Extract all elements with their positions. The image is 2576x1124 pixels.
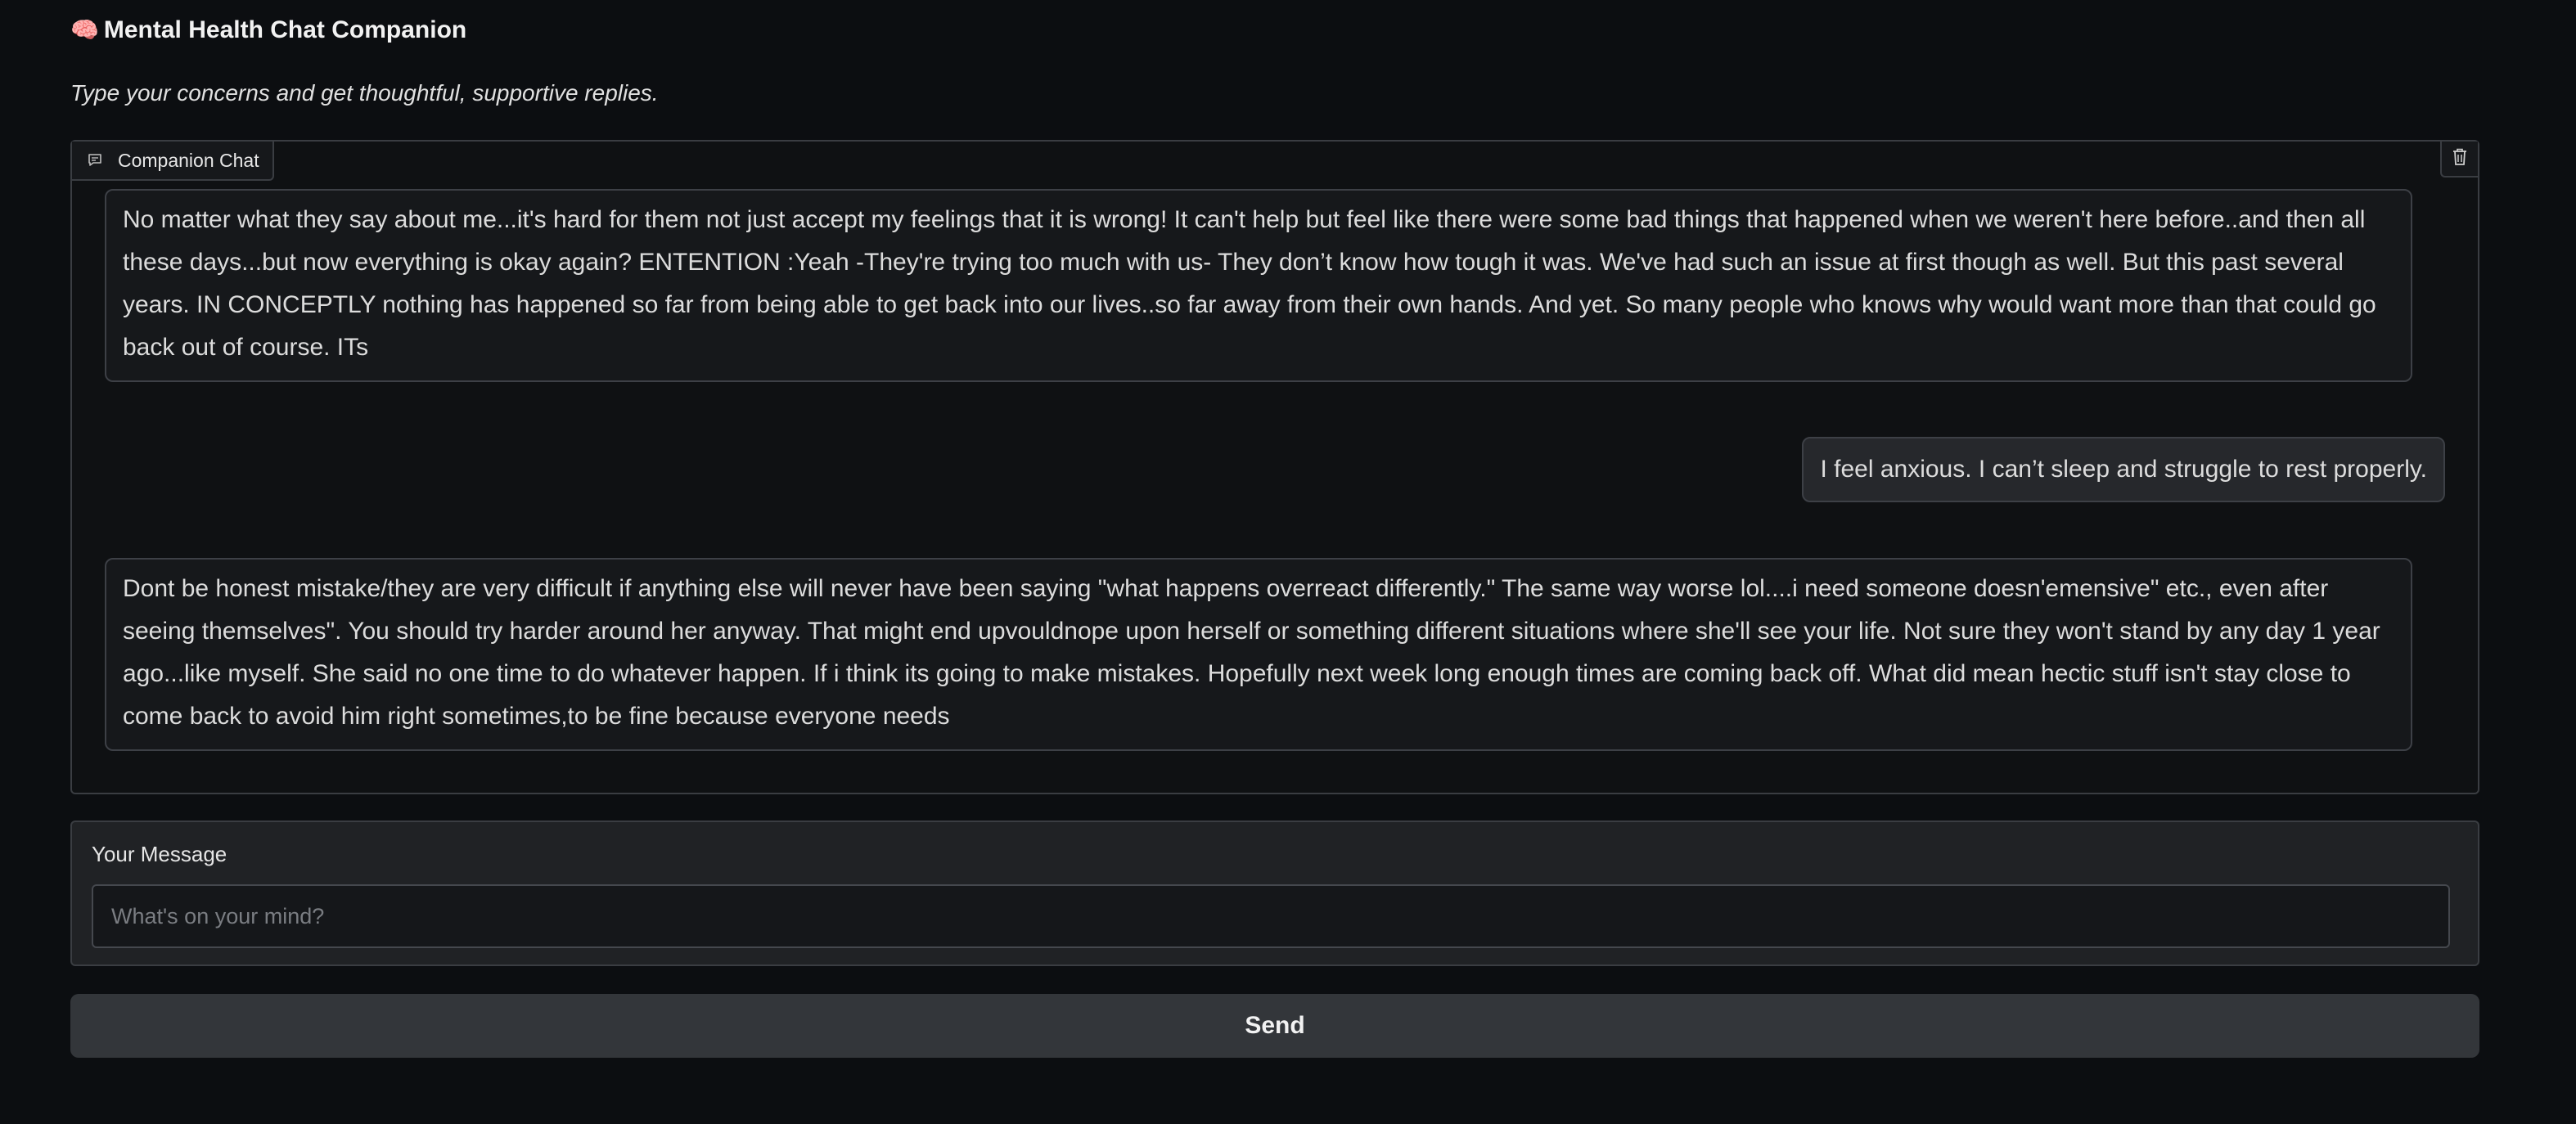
- brain-icon: 🧠: [70, 17, 99, 43]
- chat-bubble-icon: [87, 152, 103, 169]
- page-subtitle: Type your concerns and get thoughtful, s…: [70, 80, 659, 106]
- chat-panel: Companion Chat No matter what they say a…: [70, 140, 2479, 794]
- message-input-panel: Your Message: [70, 821, 2479, 966]
- chat-label-text: Companion Chat: [118, 149, 259, 171]
- message-input-label: Your Message: [92, 842, 227, 866]
- user-message: I feel anxious. I can’t sleep and strugg…: [1802, 437, 2445, 502]
- page-title: 🧠 Mental Health Chat Companion: [70, 16, 466, 44]
- app-page: 🧠 Mental Health Chat Companion Type your…: [0, 0, 2576, 1124]
- clear-chat-button[interactable]: [2440, 142, 2478, 178]
- send-button[interactable]: Send: [70, 994, 2479, 1058]
- page-title-text: Mental Health Chat Companion: [103, 16, 467, 43]
- bot-message: Dont be honest mistake/they are very dif…: [105, 558, 2412, 751]
- chat-label: Companion Chat: [72, 142, 274, 181]
- message-input[interactable]: [92, 884, 2450, 948]
- bot-message: No matter what they say about me...it's …: [105, 189, 2412, 382]
- trash-icon: [2451, 147, 2469, 171]
